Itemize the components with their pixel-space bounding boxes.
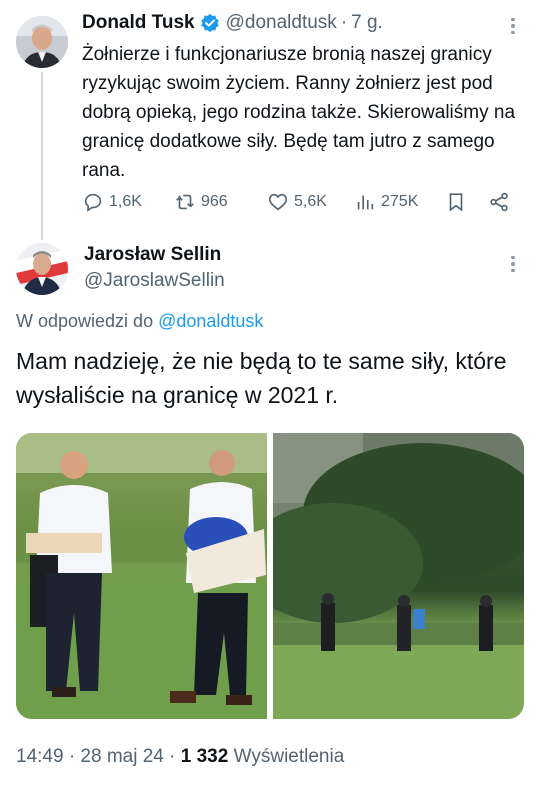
reply-prefix: W odpowiedzi do [16,311,154,331]
share-icon [490,192,508,212]
reply-icon [84,193,102,212]
like-button[interactable]: 5,6K [267,187,327,217]
reply-button[interactable]: 1,6K [82,187,142,217]
author-handle[interactable]: @donaldtusk [226,12,337,34]
tweet-text: Żołnierze i funkcjonariusze bronią nasze… [82,44,516,181]
views-number: 1 332 [180,746,229,767]
views-button[interactable]: 275K [354,187,418,217]
reply-count: 1,6K [109,193,142,210]
verified-badge-icon [200,13,219,33]
tweet-header: Donald Tusk @donaldtusk · 7 g. [82,12,383,34]
photo-right[interactable] [273,433,524,719]
tweet-time[interactable]: 7 g. [351,12,383,34]
avatar-donald-tusk[interactable] [16,16,68,68]
media-grid [16,433,524,719]
like-count: 5,6K [294,193,327,210]
author-name[interactable]: Donald Tusk [82,12,195,34]
views-count: 275K [381,193,419,210]
bookmark-icon [449,193,463,212]
reply-to-link[interactable]: @donaldtusk [158,311,263,331]
bookmark-button[interactable] [445,187,467,217]
share-button[interactable] [488,187,510,217]
repost-count: 966 [201,193,228,210]
reply-context: W odpowiedzi do @donaldtusk [16,311,263,332]
more-icon[interactable] [501,14,525,38]
separator-dot: · [340,12,348,33]
reply-text: Mam nadzieję, że nie będą to te same sił… [16,348,507,408]
thread-line [41,72,43,240]
reply-timestamp: 14:49 · 28 maj 24 · 1 332 Wyświetlenia [16,746,344,768]
repost-button[interactable]: 966 [174,187,228,217]
more-icon[interactable] [501,252,525,276]
avatar-jaroslaw-sellin[interactable] [16,243,68,295]
views-label: Wyświetlenia [233,746,345,767]
photo-left[interactable] [16,433,267,719]
reply-author-name[interactable]: Jarosław Sellin [84,244,221,266]
repost-icon [176,194,194,210]
reply-author-handle[interactable]: @JaroslawSellin [84,270,225,292]
parent-tweet[interactable]: Donald Tusk @donaldtusk · 7 g. Żołnierze… [0,0,540,240]
like-icon [268,193,288,211]
timestamp-text[interactable]: 14:49 · 28 maj 24 · [16,746,175,767]
tweet-actions: 1,6K 966 5,6K 275K [82,187,522,217]
views-icon [357,195,374,210]
